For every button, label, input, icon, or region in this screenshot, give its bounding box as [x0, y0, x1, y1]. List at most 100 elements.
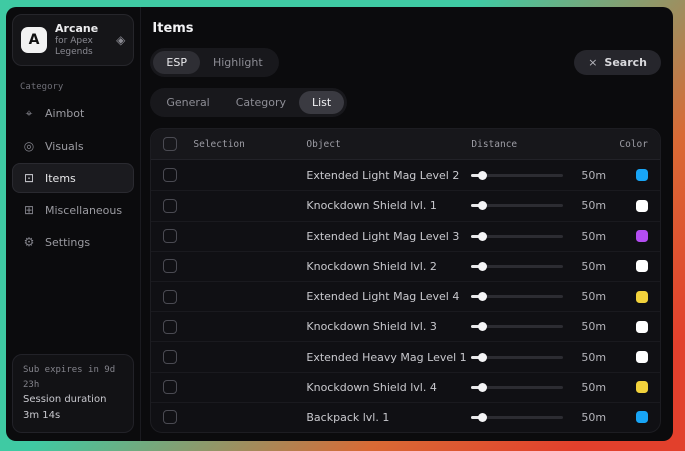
object-label: Backpack lvl. 1 [306, 411, 471, 424]
distance-value: 50m [573, 290, 619, 303]
tab-category[interactable]: Category [223, 91, 299, 114]
table-row: Knockdown Shield lvl. 4 50m [151, 372, 660, 402]
distance-value: 50m [573, 260, 619, 273]
color-swatch[interactable] [636, 411, 648, 423]
sidebar-item-settings[interactable]: ⚙ Settings [12, 227, 134, 257]
row-checkbox[interactable] [163, 168, 177, 182]
tab-general[interactable]: General [153, 91, 222, 114]
row-checkbox[interactable] [163, 380, 177, 394]
tab-esp[interactable]: ESP [153, 51, 200, 74]
page-title: Items [152, 21, 661, 36]
slider-knob[interactable] [478, 232, 487, 241]
distance-value: 50m [573, 320, 619, 333]
distance-slider[interactable] [471, 265, 563, 268]
table-header-row: Selection Object Distance Color [151, 129, 660, 160]
column-header-distance: Distance [471, 139, 573, 150]
sidebar-item-label: Aimbot [45, 107, 84, 120]
sidebar-item-label: Items [45, 172, 76, 185]
color-swatch[interactable] [636, 230, 648, 242]
distance-slider[interactable] [471, 295, 563, 298]
distance-slider[interactable] [471, 386, 563, 389]
distance-slider[interactable] [471, 416, 563, 419]
table-row: Extended Light Mag Level 2 50m [151, 160, 660, 190]
sidebar-item-miscellaneous[interactable]: ⊞ Miscellaneous [12, 195, 134, 225]
sidebar-item-visuals[interactable]: ◎ Visuals [12, 131, 134, 161]
table-row: Knockdown Shield lvl. 3 50m [151, 311, 660, 341]
crosshair-icon: ⌖ [22, 106, 36, 121]
table-row: Knockdown Shield lvl. 1 50m [151, 190, 660, 220]
color-swatch[interactable] [636, 200, 648, 212]
view-tabs: General Category List [150, 88, 347, 117]
gem-icon[interactable]: ◈ [116, 33, 125, 47]
search-label: Search [604, 56, 647, 69]
slider-knob[interactable] [478, 353, 487, 362]
tab-list[interactable]: List [299, 91, 344, 114]
object-label: Extended Light Mag Level 4 [306, 290, 471, 303]
session-duration-text: Session duration 3m 14s [23, 392, 123, 424]
distance-value: 50m [573, 199, 619, 212]
object-label: Extended Heavy Mag Level 1 [306, 351, 471, 364]
sidebar-nav: ⌖ Aimbot ◎ Visuals ⊡ Items ⊞ Miscellaneo… [12, 98, 134, 257]
object-label: Extended Light Mag Level 2 [306, 169, 471, 182]
sidebar-item-aimbot[interactable]: ⌖ Aimbot [12, 98, 134, 129]
row-checkbox[interactable] [163, 290, 177, 304]
row-checkbox[interactable] [163, 229, 177, 243]
slider-knob[interactable] [478, 292, 487, 301]
distance-slider[interactable] [471, 325, 563, 328]
color-swatch[interactable] [636, 351, 648, 363]
table-row: Knockdown Shield lvl. 2 50m [151, 251, 660, 281]
category-label: Category [20, 82, 134, 92]
color-swatch[interactable] [636, 169, 648, 181]
slider-knob[interactable] [478, 171, 487, 180]
sidebar-item-label: Miscellaneous [45, 204, 122, 217]
slider-knob[interactable] [478, 201, 487, 210]
app-subtitle: for Apex Legends [55, 36, 108, 59]
distance-value: 50m [573, 351, 619, 364]
select-all-checkbox[interactable] [163, 137, 177, 151]
tab-highlight[interactable]: Highlight [200, 51, 276, 74]
row-checkbox[interactable] [163, 410, 177, 424]
row-checkbox[interactable] [163, 199, 177, 213]
sidebar: A Arcane for Apex Legends ◈ Category ⌖ A… [6, 7, 141, 441]
color-swatch[interactable] [636, 291, 648, 303]
grid-icon: ⊞ [22, 203, 36, 217]
distance-value: 50m [573, 381, 619, 394]
close-icon: × [588, 56, 597, 69]
color-swatch[interactable] [636, 260, 648, 272]
app-header: A Arcane for Apex Legends ◈ [12, 14, 134, 66]
table-row: Extended Heavy Mag Level 1 50m [151, 341, 660, 371]
distance-slider[interactable] [471, 235, 563, 238]
slider-knob[interactable] [478, 413, 487, 422]
distance-slider[interactable] [471, 356, 563, 359]
distance-slider[interactable] [471, 204, 563, 207]
color-swatch[interactable] [636, 381, 648, 393]
object-label: Extended Light Mag Level 3 [306, 230, 471, 243]
object-label: Knockdown Shield lvl. 3 [306, 320, 471, 333]
object-label: Knockdown Shield lvl. 2 [306, 260, 471, 273]
slider-knob[interactable] [478, 322, 487, 331]
main-content: Items ESP Highlight × Search General Cat… [141, 7, 673, 441]
row-checkbox[interactable] [163, 320, 177, 334]
sidebar-item-items[interactable]: ⊡ Items [12, 163, 134, 193]
session-info-box: Sub expires in 9d 23h Session duration 3… [12, 354, 134, 433]
table-row: Extended Light Mag Level 3 50m [151, 221, 660, 251]
table-row: Backpack lvl. 1 50m [151, 402, 660, 432]
gear-icon: ⚙ [22, 235, 36, 249]
search-button[interactable]: × Search [574, 50, 661, 75]
distance-value: 50m [573, 411, 619, 424]
sidebar-item-label: Settings [45, 236, 90, 249]
sidebar-item-label: Visuals [45, 140, 84, 153]
distance-value: 50m [573, 230, 619, 243]
column-header-object: Object [306, 139, 471, 150]
app-window: A Arcane for Apex Legends ◈ Category ⌖ A… [6, 7, 673, 441]
table-row: Extended Light Mag Level 4 50m [151, 281, 660, 311]
mode-tabs: ESP Highlight [150, 48, 278, 77]
row-checkbox[interactable] [163, 350, 177, 364]
object-label: Knockdown Shield lvl. 4 [306, 381, 471, 394]
slider-knob[interactable] [478, 262, 487, 271]
distance-slider[interactable] [471, 174, 563, 177]
distance-value: 50m [573, 169, 619, 182]
row-checkbox[interactable] [163, 259, 177, 273]
slider-knob[interactable] [478, 383, 487, 392]
color-swatch[interactable] [636, 321, 648, 333]
